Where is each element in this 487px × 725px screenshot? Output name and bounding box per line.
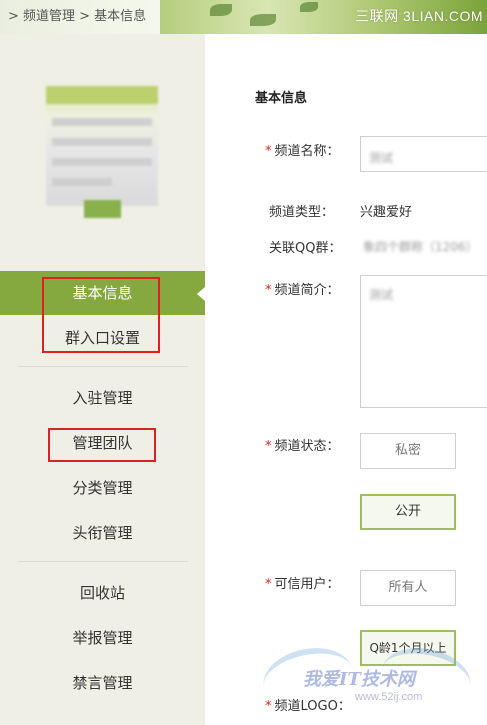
channel-status-label: * 频道状态： bbox=[265, 439, 340, 454]
sidebar-item-label: 管理团队 bbox=[72, 434, 133, 452]
leaf-decoration bbox=[210, 4, 232, 16]
qq-group-label: 关联QQ群： bbox=[269, 241, 342, 256]
sidebar-item-label: 基本信息 bbox=[72, 284, 133, 302]
sidebar-item-label: 入驻管理 bbox=[72, 389, 133, 407]
site-logo: 三联网 3LIAN.COM bbox=[355, 8, 483, 24]
watermark-text: 我爱IT技术网 bbox=[303, 669, 415, 690]
channel-intro-textarea[interactable]: 测试 bbox=[360, 275, 487, 408]
qq-group-value: 象四个群称（1206） bbox=[363, 240, 478, 254]
sidebar-item-team[interactable]: 管理团队 bbox=[0, 421, 205, 465]
sidebar-item-title[interactable]: 头衔管理 bbox=[0, 511, 205, 555]
sidebar-item-group-entry[interactable]: 群入口设置 bbox=[0, 316, 205, 360]
sidebar-divider bbox=[18, 366, 188, 367]
sidebar-item-category[interactable]: 分类管理 bbox=[0, 466, 205, 510]
sidebar-item-mute[interactable]: 禁言管理 bbox=[0, 661, 205, 705]
watermark-url: www.52ij.com bbox=[355, 691, 423, 703]
sidebar-item-recycle[interactable]: 回收站 bbox=[0, 571, 205, 615]
sidebar-divider bbox=[18, 561, 188, 562]
channel-name-input[interactable]: 测试 bbox=[360, 136, 487, 172]
channel-intro-label: * 频道简介： bbox=[265, 283, 340, 298]
status-public-button[interactable]: 公开 bbox=[360, 494, 456, 530]
status-private-button[interactable]: 私密 bbox=[360, 433, 456, 469]
channel-name-value: 测试 bbox=[369, 151, 394, 165]
leaf-decoration bbox=[250, 14, 276, 26]
leaf-decoration bbox=[300, 2, 318, 12]
channel-type-value: 兴趣爱好 bbox=[360, 205, 413, 220]
channel-intro-value: 测试 bbox=[369, 288, 394, 302]
required-mark: * bbox=[265, 144, 272, 159]
sidebar: 基本信息 群入口设置 入驻管理 管理团队 分类管理 头衔管理 回收站 举报管理 … bbox=[0, 34, 205, 725]
trusted-all-button[interactable]: 所有人 bbox=[360, 570, 456, 606]
sidebar-item-settle[interactable]: 入驻管理 bbox=[0, 376, 205, 420]
sidebar-item-basic-info[interactable]: 基本信息 bbox=[0, 271, 205, 315]
sidebar-item-label: 回收站 bbox=[79, 584, 125, 602]
required-mark: * bbox=[265, 577, 272, 592]
sidebar-item-label: 群入口设置 bbox=[64, 329, 140, 347]
sidebar-item-label: 举报管理 bbox=[72, 629, 133, 647]
sidebar-item-label: 禁言管理 bbox=[72, 674, 133, 692]
sidebar-item-report[interactable]: 举报管理 bbox=[0, 616, 205, 660]
required-mark: * bbox=[265, 283, 272, 298]
main-panel: 基本信息 * 频道名称： 测试 频道类型： 兴趣爱好 关联QQ群： 象四个群称（1… bbox=[205, 34, 487, 725]
avatar-badge bbox=[84, 200, 121, 218]
trusted-users-label: * 可信用户： bbox=[265, 577, 340, 592]
sidebar-item-label: 头衔管理 bbox=[72, 524, 133, 542]
channel-avatar bbox=[46, 86, 158, 206]
watermark: 我爱IT技术网 www.52ij.com bbox=[257, 640, 477, 719]
channel-type-label: 频道类型： bbox=[269, 205, 335, 220]
required-mark: * bbox=[265, 439, 272, 454]
top-banner: > 频道管理 > 基本信息 三联网 3LIAN.COM bbox=[0, 0, 487, 34]
section-title: 基本信息 bbox=[255, 91, 308, 106]
channel-name-label: * 频道名称： bbox=[265, 144, 340, 159]
sidebar-item-label: 分类管理 bbox=[72, 479, 133, 497]
breadcrumb: > 频道管理 > 基本信息 bbox=[0, 0, 161, 34]
